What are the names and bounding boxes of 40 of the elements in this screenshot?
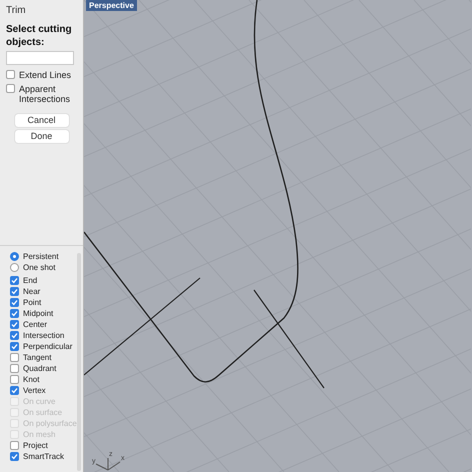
prompt-text: Select cutting objects:: [6, 23, 73, 49]
checkbox[interactable]: [10, 298, 19, 307]
osnap-label: Near: [23, 286, 40, 298]
checkbox[interactable]: [10, 353, 19, 362]
dialog-button[interactable]: Cancel: [14, 114, 68, 127]
osnap-label: Intersection: [23, 330, 64, 342]
osnap-label: Center: [23, 318, 48, 330]
option-label: Apparent Intersections: [19, 84, 72, 104]
osnap-label: Tangent: [23, 352, 52, 364]
checkbox[interactable]: [10, 287, 19, 296]
dialog-button[interactable]: Done: [14, 130, 68, 143]
radio-button[interactable]: [10, 252, 19, 261]
osnap-label: Quadrant: [23, 362, 56, 374]
osnap-label: End: [23, 274, 38, 286]
osnap-label: Point: [23, 296, 42, 308]
osnap-label: One shot: [23, 262, 56, 274]
checkbox[interactable]: [6, 84, 15, 93]
osnap-label: Knot: [23, 374, 40, 386]
checkbox[interactable]: [10, 309, 19, 318]
radio-button[interactable]: [10, 263, 19, 272]
checkbox[interactable]: [10, 364, 19, 373]
checkbox[interactable]: [10, 331, 19, 340]
osnap-label: Persistent: [23, 250, 59, 262]
osnap-label: Perpendicular: [23, 340, 72, 352]
checkbox[interactable]: [10, 375, 19, 384]
osnap-label: Midpoint: [23, 308, 54, 320]
input-field[interactable]: [6, 51, 74, 65]
osnap-label: Vertex: [23, 384, 46, 396]
checkbox[interactable]: [10, 452, 19, 461]
panel-title: Trim: [6, 4, 27, 18]
osnap-label: SmartTrack: [23, 450, 64, 462]
osnap-label: Project: [23, 440, 48, 452]
option-label: Extend Lines: [19, 70, 72, 80]
checkbox[interactable]: [10, 342, 19, 351]
checkbox[interactable]: [10, 276, 19, 285]
checkbox[interactable]: [10, 386, 19, 395]
checkbox[interactable]: [10, 441, 19, 450]
viewport-tab[interactable]: Perspective: [86, 0, 137, 11]
checkbox[interactable]: [10, 320, 19, 329]
checkbox[interactable]: [6, 70, 15, 79]
